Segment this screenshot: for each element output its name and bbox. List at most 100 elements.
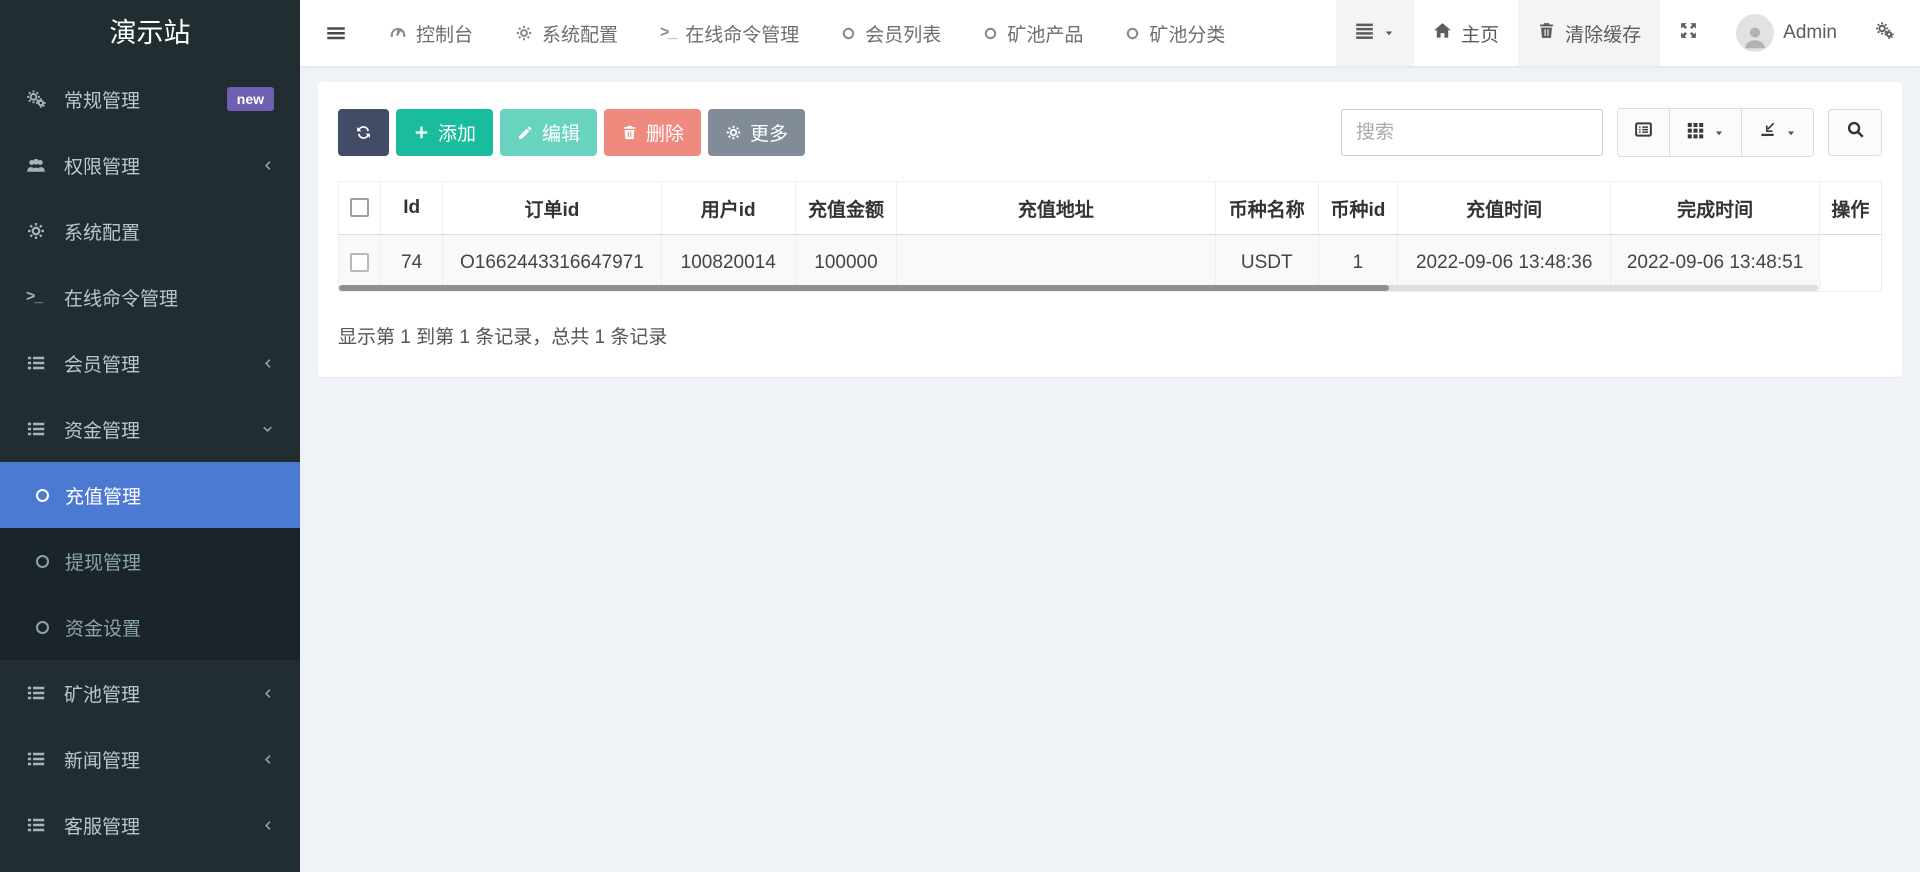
detail-view-button[interactable]: [1618, 109, 1670, 156]
topnav-tab-3[interactable]: 会员列表: [820, 0, 962, 66]
list-icon: [26, 683, 54, 703]
search-input[interactable]: [1341, 109, 1603, 156]
chevron-left-icon: [261, 159, 274, 172]
cell-充值金额: 100000: [795, 235, 896, 292]
cell-完成时间: 2022-09-06 13:48:51: [1611, 235, 1819, 292]
records-table: Id订单id用户id充值金额充值地址币种名称币种id充值时间完成时间操作 74O…: [338, 181, 1882, 292]
sidebar-item-1[interactable]: 权限管理: [0, 132, 300, 198]
sidebar-item-label: 会员管理: [64, 350, 261, 377]
expand-icon: [1679, 21, 1698, 46]
columns-dropdown-button[interactable]: [1670, 109, 1742, 156]
sidebar-item-label: 矿池管理: [64, 680, 261, 707]
topnav-tab-label: 矿池分类: [1149, 20, 1225, 47]
cell-操作: [1819, 235, 1881, 292]
tabs-menu-dropdown[interactable]: [1336, 0, 1414, 66]
circle-icon: [36, 489, 49, 502]
row-select-cell: [339, 235, 381, 292]
select-all-checkbox[interactable]: [350, 198, 369, 217]
sidebar-item-7[interactable]: 新闻管理: [0, 726, 300, 792]
scrollbar-thumb[interactable]: [339, 285, 1389, 291]
sidebar-item-label: 新闻管理: [64, 746, 261, 773]
sidebar-item-3[interactable]: >_在线命令管理: [0, 264, 300, 330]
column-header-6[interactable]: 币种名称: [1215, 182, 1318, 235]
column-header-7[interactable]: 币种id: [1318, 182, 1397, 235]
horizontal-scrollbar[interactable]: [339, 285, 1818, 291]
export-dropdown-button[interactable]: [1742, 109, 1813, 156]
table-wrap: Id订单id用户id充值金额充值地址币种名称币种id充值时间完成时间操作 74O…: [338, 181, 1882, 292]
topnav-tab-2[interactable]: >_在线命令管理: [639, 0, 820, 66]
th-grid-icon: [1686, 120, 1705, 145]
sidebar-subitem-label: 资金设置: [65, 614, 141, 641]
more-button[interactable]: 更多: [708, 109, 805, 156]
site-brand: 演示站: [0, 0, 300, 66]
cell-充值地址: [897, 235, 1216, 292]
topnav-tab-0[interactable]: 控制台: [368, 0, 494, 66]
sidebar-submenu: 充值管理提现管理资金设置: [0, 462, 300, 660]
topnav-tab-label: 矿池产品: [1007, 20, 1083, 47]
column-header-4[interactable]: 充值金额: [795, 182, 896, 235]
list-icon: [26, 815, 54, 835]
topnav-tab-1[interactable]: 系统配置: [494, 0, 639, 66]
fullscreen-button[interactable]: [1660, 0, 1717, 66]
sidebar-item-6[interactable]: 矿池管理: [0, 660, 300, 726]
column-header-10[interactable]: 操作: [1819, 182, 1881, 235]
user-menu[interactable]: Admin: [1717, 0, 1856, 66]
column-header-2[interactable]: 订单id: [443, 182, 661, 235]
column-header-8[interactable]: 充值时间: [1397, 182, 1610, 235]
gear-icon: [515, 24, 533, 42]
chevron-down-icon: [261, 423, 274, 436]
sidebar-menu: 常规管理new权限管理系统配置>_在线命令管理会员管理资金管理充值管理提现管理资…: [0, 66, 300, 858]
column-header-9[interactable]: 完成时间: [1611, 182, 1819, 235]
toolbar-right: [1341, 108, 1882, 157]
edit-button[interactable]: 编辑: [500, 109, 597, 156]
sidebar-item: 常规管理new: [0, 66, 300, 132]
refresh-button[interactable]: [338, 109, 389, 156]
home-link[interactable]: 主页: [1414, 0, 1518, 66]
sidebar-subitem-0[interactable]: 充值管理: [0, 462, 300, 528]
topnav-tab-5[interactable]: 矿池分类: [1104, 0, 1246, 66]
trash-icon: [621, 124, 638, 141]
list-menu-icon: [1355, 21, 1374, 46]
table-row[interactable]: 74O1662443316647971100820014100000USDT12…: [339, 235, 1882, 292]
cell-用户id: 100820014: [661, 235, 795, 292]
sidebar-subitem-label: 充值管理: [65, 482, 141, 509]
list-icon: [26, 749, 54, 769]
sidebar-item-5[interactable]: 资金管理: [0, 396, 300, 462]
pencil-icon: [517, 124, 534, 141]
app-root: 演示站 常规管理new权限管理系统配置>_在线命令管理会员管理资金管理充值管理提…: [0, 0, 1920, 872]
topnav-tabs: 控制台 系统配置 >_在线命令管理 会员列表 矿池产品 矿池分类: [368, 0, 1246, 66]
topnav-tab-label: 会员列表: [865, 20, 941, 47]
column-header-3[interactable]: 用户id: [661, 182, 795, 235]
topnav-tab-label: 系统配置: [542, 20, 618, 47]
column-header-1[interactable]: Id: [381, 182, 443, 235]
select-all-header[interactable]: [339, 182, 381, 235]
table-body: 74O1662443316647971100820014100000USDT12…: [339, 235, 1882, 292]
add-button[interactable]: 添加: [396, 109, 493, 156]
caret-down-icon: [1383, 27, 1395, 39]
search-button[interactable]: [1828, 109, 1882, 156]
recharge-panel: 添加编辑 删除更多: [318, 82, 1902, 377]
topnav-tab-4[interactable]: 矿池产品: [962, 0, 1104, 66]
sidebar-item: >_在线命令管理: [0, 264, 300, 330]
sidebar-item-4[interactable]: 会员管理: [0, 330, 300, 396]
button-label: 删除: [646, 119, 684, 146]
cell-订单id: O1662443316647971: [443, 235, 661, 292]
settings-menu[interactable]: [1856, 0, 1920, 66]
home-label: 主页: [1461, 20, 1499, 47]
sidebar-item-label: 客服管理: [64, 812, 261, 839]
sidebar-item-8[interactable]: 客服管理: [0, 792, 300, 858]
list-icon: [26, 353, 54, 373]
hamburger-icon[interactable]: [300, 23, 368, 43]
pagination-summary: 显示第 1 到第 1 条记录，总共 1 条记录: [338, 322, 1882, 349]
cell-币种id: 1: [1318, 235, 1397, 292]
sidebar-subitem-2[interactable]: 资金设置: [0, 594, 300, 660]
clear-cache-button[interactable]: 清除缓存: [1518, 0, 1660, 66]
delete-button[interactable]: 删除: [604, 109, 701, 156]
row-checkbox[interactable]: [350, 253, 369, 272]
topnav-tab-label: 控制台: [416, 20, 473, 47]
sidebar-item-2[interactable]: 系统配置: [0, 198, 300, 264]
sidebar-item-0[interactable]: 常规管理new: [0, 66, 300, 132]
sidebar-subitem-1[interactable]: 提现管理: [0, 528, 300, 594]
column-header-5[interactable]: 充值地址: [897, 182, 1216, 235]
sidebar-item: 资金管理充值管理提现管理资金设置: [0, 396, 300, 660]
